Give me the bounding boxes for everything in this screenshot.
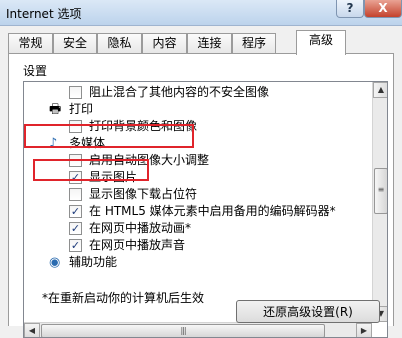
tab-privacy[interactable]: 隐私 <box>97 33 142 54</box>
settings-section-label: 设置 <box>23 64 48 78</box>
scroll-right-button[interactable]: ▶ <box>356 323 372 337</box>
tab-connections[interactable]: 连接 <box>187 33 232 54</box>
horizontal-scrollbar[interactable]: ◀ ||| ▶ <box>24 322 372 337</box>
multimedia-icon: ♪ <box>49 136 58 151</box>
scroll-left-button[interactable]: ◀ <box>24 323 40 337</box>
window-title: Internet 选项 <box>6 7 82 21</box>
checkbox[interactable]: ✓ <box>69 222 82 235</box>
checkbox[interactable]: ✓ <box>69 171 82 184</box>
tab-strip: 常规 安全 隐私 内容 连接 程序 高级 <box>8 30 402 55</box>
checkbox[interactable] <box>69 120 82 133</box>
tab-content[interactable]: 内容 <box>142 33 187 54</box>
restore-advanced-settings-button[interactable]: 还原高级设置(R) <box>236 300 380 323</box>
checkbox[interactable]: ✓ <box>69 205 82 218</box>
tab-general[interactable]: 常规 <box>8 33 53 54</box>
horizontal-scroll-thumb[interactable]: ||| <box>41 324 325 337</box>
printer-icon: 🖶 <box>49 102 62 117</box>
checkbox[interactable] <box>69 188 82 201</box>
title-bar: Internet 选项 ? X <box>0 0 402 26</box>
help-button[interactable]: ? <box>336 0 364 18</box>
checkbox[interactable] <box>69 86 82 99</box>
checkbox[interactable]: ✓ <box>69 239 82 252</box>
tab-advanced[interactable]: 高级 <box>296 30 346 55</box>
accessibility-icon: ◉ <box>49 255 61 270</box>
tab-programs[interactable]: 程序 <box>232 33 276 54</box>
scroll-up-button[interactable]: ▲ <box>373 82 387 98</box>
restart-note: *在重新启动你的计算机后生效 <box>42 291 205 305</box>
checkbox[interactable] <box>69 154 82 167</box>
close-button[interactable]: X <box>364 0 402 18</box>
tab-security[interactable]: 安全 <box>53 33 97 54</box>
advanced-tab-page: 设置 阻止混合了其他内容的不安全图像 🖶 打印 打印背景颜色和图像 ♪ 多媒体 … <box>8 53 394 338</box>
vertical-scrollbar[interactable]: ▲ ≡ ▼ <box>372 82 387 322</box>
scroll-thumb[interactable]: ≡ <box>374 168 387 214</box>
